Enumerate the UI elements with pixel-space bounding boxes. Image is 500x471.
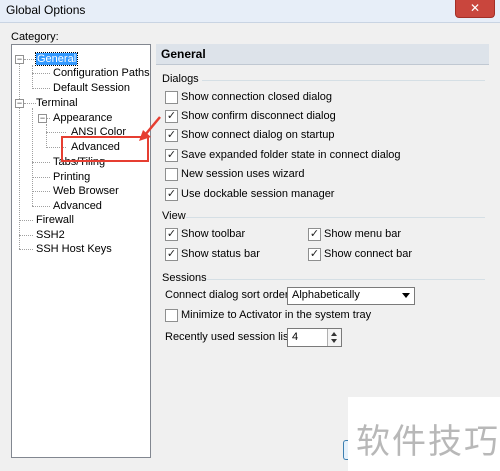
tree-item-configuration-paths[interactable]: Configuration Paths: [53, 67, 150, 79]
close-icon: ✕: [469, 1, 481, 15]
tree-item-general[interactable]: General: [34, 52, 79, 66]
tree-item-ssh-host-keys[interactable]: SSH Host Keys: [36, 243, 112, 255]
checkbox[interactable]: ✓: [165, 248, 178, 261]
collapse-icon[interactable]: −: [38, 114, 47, 123]
sessions-group-title: Sessions: [162, 272, 207, 284]
tree-item-firewall[interactable]: Firewall: [36, 214, 74, 226]
title-bar: Global Options ✕: [0, 0, 500, 23]
chevron-up-icon[interactable]: [331, 332, 337, 336]
window-title: Global Options: [6, 3, 86, 17]
panel-title: General: [161, 47, 206, 61]
category-tree[interactable]: − − − General Configuration Paths Defaul…: [11, 44, 151, 458]
sort-order-label: Connect dialog sort order:: [165, 289, 292, 301]
tree-item-printing[interactable]: Printing: [53, 171, 90, 183]
checkbox[interactable]: ✓: [165, 110, 178, 123]
chevron-down-icon[interactable]: [331, 339, 337, 343]
collapse-icon[interactable]: −: [15, 99, 24, 108]
panel-header: General: [156, 44, 489, 65]
chevron-down-icon: [402, 293, 410, 298]
collapse-icon[interactable]: −: [15, 55, 24, 64]
annotation-highlight-box: [61, 136, 149, 162]
checkbox[interactable]: ✓: [165, 188, 178, 201]
sort-order-dropdown[interactable]: Alphabetically: [287, 287, 415, 305]
checkbox[interactable]: ✓: [308, 228, 321, 241]
tree-item-terminal-advanced[interactable]: Advanced: [53, 200, 102, 212]
checkbox[interactable]: ✓: [165, 129, 178, 142]
recent-sessions-stepper[interactable]: 4: [287, 328, 342, 347]
checkbox[interactable]: ✓: [308, 248, 321, 261]
recent-sessions-label: Recently used session list:: [165, 331, 295, 343]
tree-item-terminal[interactable]: Terminal: [36, 97, 78, 109]
tree-item-ssh2[interactable]: SSH2: [36, 229, 65, 241]
tree-item-web-browser[interactable]: Web Browser: [53, 185, 119, 197]
close-button[interactable]: ✕: [455, 0, 495, 18]
options-panel: General Dialogs Show connection closed d…: [156, 44, 489, 456]
dialogs-group-title: Dialogs: [162, 73, 199, 85]
category-label: Category:: [11, 31, 59, 43]
tree-item-default-session[interactable]: Default Session: [53, 82, 130, 94]
checkbox[interactable]: ✓: [165, 228, 178, 241]
view-group-title: View: [162, 210, 186, 222]
checkbox[interactable]: [165, 168, 178, 181]
watermark: 软件技巧: [356, 422, 500, 462]
checkbox[interactable]: [165, 91, 178, 104]
checkbox[interactable]: [165, 309, 178, 322]
tree-item-appearance[interactable]: Appearance: [53, 112, 112, 124]
stepper-arrows[interactable]: [327, 329, 341, 346]
checkbox[interactable]: ✓: [165, 149, 178, 162]
